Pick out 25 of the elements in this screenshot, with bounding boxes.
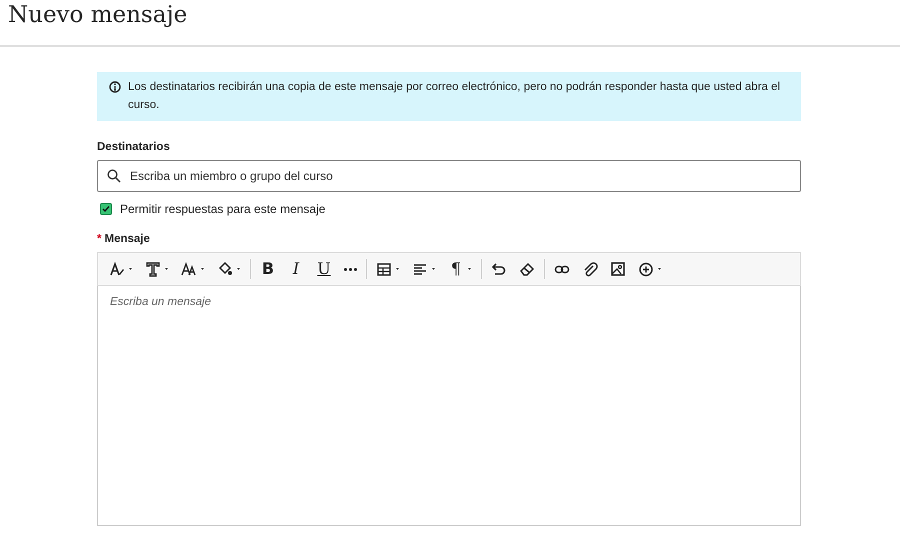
page-title: Nuevo mensaje <box>8 2 188 28</box>
info-text: Los destinatarios recibirán una copia de este mensaje por correo electrónico, pero no podrán responder hasta que usted abra el curso. <box>128 80 782 113</box>
field-label: Destinatarios <box>97 141 170 153</box>
bold-button[interactable]: B <box>254 257 282 281</box>
more-icon <box>344 268 357 270</box>
image-icon <box>610 261 626 277</box>
info-icon <box>109 81 121 93</box>
search-field[interactable]: Escriba un miembro o grupo del curso <box>97 160 801 192</box>
required-mark: * <box>97 233 102 245</box>
table-icon <box>376 261 392 277</box>
field-label: Mensaje <box>104 233 150 245</box>
underline-button[interactable]: U <box>310 257 338 281</box>
text-style-icon <box>109 261 125 277</box>
add-icon <box>638 261 654 277</box>
checkbox-label: Permitir respuestas para este mensaje <box>120 202 326 216</box>
font-size-icon <box>181 261 197 277</box>
paperclip-icon <box>582 261 598 277</box>
eraser-icon <box>519 261 535 277</box>
message-field[interactable]: Escriba un mensaje <box>97 286 801 526</box>
undo-icon <box>491 261 507 277</box>
paint-bucket-icon <box>217 261 233 277</box>
italic-button[interactable]: I <box>282 257 310 281</box>
paragraph-button[interactable]: ¶ <box>442 257 478 281</box>
font-icon <box>145 261 161 277</box>
checkbox[interactable] <box>100 203 112 215</box>
